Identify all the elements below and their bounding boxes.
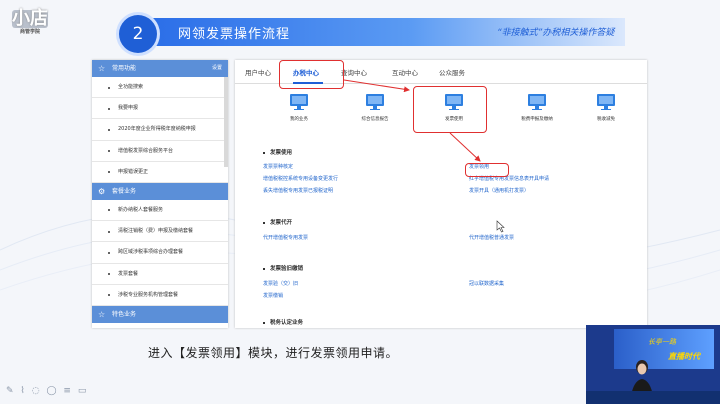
caption-text: 进入【发票领用】模块，进行发票领用申请。 [148,346,399,360]
sidebar: ☆ 常用功能 设置 全功能搜索 我要申报 2020年度企业所得税年度纳税申报 增… [92,60,228,328]
sidebar-item[interactable]: 跨区域涉税事项综合办理套餐 [92,242,228,264]
sidebar-item[interactable]: 新办纳税人套餐服务 [92,200,228,222]
highlight-invoice-use-icon [413,86,487,133]
section-title: 发票代开 [263,218,633,226]
highlight-tax-center-tab [279,60,344,89]
link-data-collect[interactable]: 冠以联数据采集 [469,280,504,287]
monitor-icon [366,94,384,110]
settings-link[interactable]: 设置 [212,60,222,77]
highlight-invoice-collect-link [465,163,509,177]
link-invoice-old-check[interactable]: 发票验（交）旧 [263,280,298,287]
video-desk [586,391,720,404]
link-agent-special-invoice[interactable]: 代开增值税专用发票 [263,234,308,241]
link-invoice-issue-machine[interactable]: 发票开具（通用机打发票） [469,187,529,194]
link-agent-normal-invoice[interactable]: 代开增值税普通发票 [469,234,514,241]
function-label: 我的业务 [290,117,308,122]
function-tax-declare[interactable]: 税费申报及缴纳 [507,94,567,122]
video-text-line2: 直播时代 [668,352,700,361]
function-tax-relief[interactable]: 税收减免 [576,94,636,122]
chat-icon[interactable]: ◯ [46,386,56,396]
sidebar-item[interactable]: 发票套餐 [92,264,228,285]
function-my-business[interactable]: 我的业务 [269,94,329,122]
sidebar-header-common[interactable]: ☆ 常用功能 设置 [92,60,228,77]
monitor-icon [290,94,308,110]
logo-text: 商管学院 [19,29,40,35]
logo-mark: 小店 [12,8,48,29]
star-icon: ☆ [98,64,106,73]
function-label: 税费申报及缴纳 [521,117,553,122]
function-info-report[interactable]: 综合信息报告 [345,94,405,122]
sidebar-item[interactable]: 全功能搜索 [92,77,228,99]
sidebar-header-special[interactable]: ☆ 特色业务 [92,305,228,323]
sidebar-header-label: 套餐业务 [112,187,137,195]
monitor-icon [528,94,546,110]
link-invoice-cancel[interactable]: 发票缴销 [263,292,283,299]
page-subtitle: “非接触式”办税相关操作答疑 [497,28,615,38]
brush-icon[interactable]: ⌇ [20,386,24,396]
list-icon[interactable]: ≡ [63,386,71,396]
eraser-icon[interactable]: ◌ [32,386,40,396]
tab-interaction-center[interactable]: 互动中心 [392,67,418,77]
sidebar-item[interactable]: 2020年度企业所得税年度纳税申报 [92,119,228,141]
sidebar-item[interactable]: 涉税专业服务机构管理套餐 [92,285,228,306]
step-number-badge: 2 [119,15,157,53]
sidebar-item[interactable]: 申报错误更正 [92,162,228,183]
link-invoice-type-approval[interactable]: 发票票种核定 [263,163,293,170]
section-title: 发票验旧缴销 [263,264,633,272]
sidebar-item[interactable]: 我要申报 [92,98,228,120]
monitor-icon [597,94,615,110]
page-title: 网领发票操作流程 [178,27,291,42]
section-invoice-agent: 发票代开 代开增值税专用发票 代开增值税普通发票 [263,218,633,258]
link-tax-device-change[interactable]: 增值税税控系统专用设备变更发行 [263,175,338,182]
section-invoice-cancel: 发票验旧缴销 发票验（交）旧 冠以联数据采集 发票缴销 [263,264,633,314]
link-lost-invoice-proof[interactable]: 丢失增值税专用发票已报税证明 [263,187,333,194]
function-label: 综合信息报告 [361,117,389,122]
screen-icon[interactable]: ▭ [78,386,87,396]
section-partial: 税务认定业务 [263,318,633,328]
function-label: 税收减免 [597,117,615,122]
tab-query-center[interactable]: 查询中心 [341,67,367,77]
section-invoice-use: 发票使用 发票票种核定 发票领用 增值税税控系统专用设备变更发行 红字增值税专用… [263,148,633,208]
section-title: 发票使用 [263,148,633,156]
sidebar-header-business[interactable]: ⚙ 套餐业务 [92,182,228,200]
sidebar-item[interactable]: 清税注销税（费）申报及缴纳套餐 [92,221,228,243]
logo: 小店 商管学院 [12,10,48,42]
section-title: 税务认定业务 [263,318,633,326]
pen-icon[interactable]: ✎ [6,386,14,396]
bottom-toolbar: ✎ ⌇ ◌ ◯ ≡ ▭ [6,386,90,400]
tab-user-center[interactable]: 用户中心 [245,67,271,77]
sidebar-scrollbar[interactable] [224,77,228,167]
tab-public-service[interactable]: 公众服务 [439,67,465,77]
sidebar-header-label: 常用功能 [112,65,137,72]
sidebar-header-label: 特色业务 [112,310,137,318]
presenter-video: 长亭一路 直播时代 [586,325,720,404]
sidebar-item[interactable]: 增值税发票综合服务平台 [92,141,228,162]
gear-icon: ⚙ [98,186,106,196]
star-icon: ☆ [98,309,106,319]
video-text-line1: 长亭一路 [648,338,676,346]
